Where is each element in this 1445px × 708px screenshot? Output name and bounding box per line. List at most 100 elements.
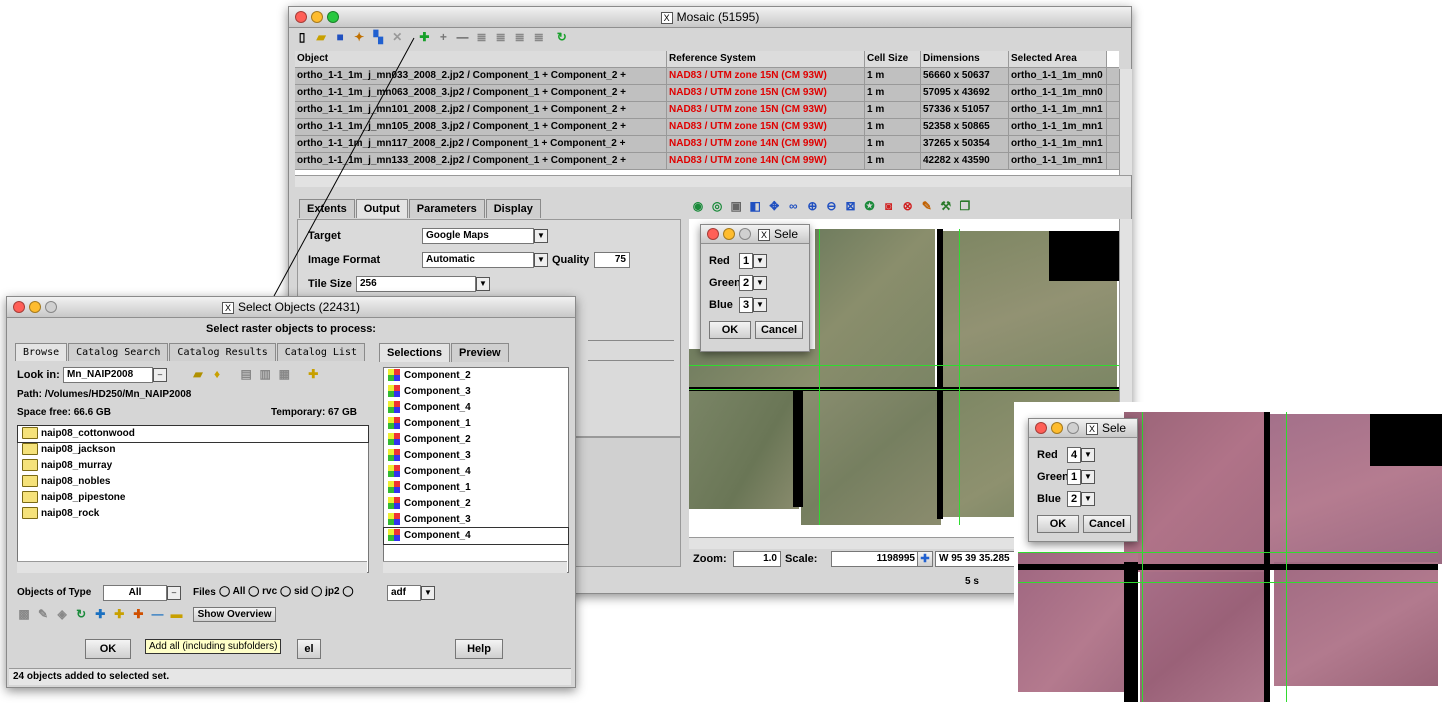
move-down-icon[interactable]: ≣	[494, 30, 508, 44]
green-band-select[interactable]: 1	[1067, 469, 1081, 485]
radio-sid[interactable]: ◯ sid	[280, 586, 308, 597]
view-icons-icon[interactable]: ▦	[277, 367, 291, 381]
layer-icon[interactable]: ◧	[748, 199, 762, 213]
new-file-icon[interactable]: ▯	[295, 30, 309, 44]
scale-lock-button[interactable]: ✚	[917, 551, 933, 567]
ok-button[interactable]: OK	[709, 321, 751, 339]
binoculars-icon[interactable]: ∞	[786, 199, 800, 213]
table-row[interactable]: ortho_1-1_1m_j_mn033_2008_2.jp2 / Compon…	[295, 68, 1119, 85]
table-row[interactable]: ortho_1-1_1m_j_mn101_2008_2.jp2 / Compon…	[295, 102, 1119, 119]
col-area[interactable]: Selected Area	[1009, 51, 1107, 67]
zoom-box-icon[interactable]: ⊠	[844, 199, 858, 213]
add-all-subfolders-icon[interactable]: ✚	[131, 607, 145, 621]
radio-other[interactable]: ◯	[342, 586, 353, 597]
favorite-icon[interactable]: ♦	[210, 367, 224, 381]
fit-icon[interactable]: ▣	[729, 199, 743, 213]
cancel-icon[interactable]: ⊗	[901, 199, 915, 213]
move-bottom-icon[interactable]: ≣	[532, 30, 546, 44]
help-button[interactable]: Help	[455, 639, 503, 659]
redraw-icon[interactable]: ◉	[691, 199, 705, 213]
close-window-button[interactable]	[1035, 422, 1047, 434]
tab-catalog-results[interactable]: Catalog Results	[169, 343, 276, 361]
cancel-button[interactable]: el	[297, 639, 321, 659]
close-window-button[interactable]	[295, 11, 307, 23]
remove-icon[interactable]: —	[456, 30, 470, 44]
list-item[interactable]: Component_3	[384, 512, 568, 528]
list-item[interactable]: Component_4	[384, 400, 568, 416]
tile-size-select[interactable]: 256 ▼	[356, 276, 490, 292]
compass-icon[interactable]: ✪	[863, 199, 877, 213]
tab-catalog-search[interactable]: Catalog Search	[68, 343, 169, 361]
layers-icon[interactable]: ❐	[958, 199, 972, 213]
add-all-icon[interactable]: ✚	[112, 607, 126, 621]
cancel-button[interactable]: Cancel	[1083, 515, 1131, 533]
radio-rvc[interactable]: ◯ rvc	[248, 586, 277, 597]
zoom-input[interactable]: 1.0	[733, 551, 781, 567]
col-reference[interactable]: Reference System	[667, 51, 865, 67]
tab-browse[interactable]: Browse	[15, 343, 68, 361]
list-item[interactable]: naip08_jackson	[18, 442, 368, 458]
close-window-button[interactable]	[13, 301, 25, 313]
zoom-window-button[interactable]	[45, 301, 57, 313]
image-format-select[interactable]: Automatic ▼	[422, 252, 548, 268]
list-item[interactable]: Component_4	[384, 464, 568, 480]
tag-icon[interactable]: ◈	[55, 607, 69, 621]
list-item[interactable]: Component_4	[383, 527, 569, 545]
cancel-button[interactable]: Cancel	[755, 321, 803, 339]
add-icon[interactable]: ✚	[417, 30, 431, 44]
table-row[interactable]: ortho_1-1_1m_j_mn133_2008_2.jp2 / Compon…	[295, 153, 1119, 170]
scale-input[interactable]: 1198995	[831, 551, 919, 567]
list-item[interactable]: Component_2	[384, 432, 568, 448]
red-band-select[interactable]: 4	[1067, 447, 1081, 463]
add-icon[interactable]: ✚	[93, 607, 107, 621]
stop-search-icon[interactable]: ◙	[882, 199, 896, 213]
zoom-window-button[interactable]	[1067, 422, 1079, 434]
zoom-out-icon[interactable]: ⊖	[824, 199, 838, 213]
list-item[interactable]: Component_2	[384, 496, 568, 512]
zoom-window-button[interactable]	[739, 228, 751, 240]
full-view-icon[interactable]: ◎	[710, 199, 724, 213]
table-hscroll[interactable]	[295, 175, 1131, 187]
brush-icon[interactable]: ✎	[920, 199, 934, 213]
zoom-in-icon[interactable]: ⊕	[805, 199, 819, 213]
folder-hscroll[interactable]	[17, 561, 367, 573]
wand-icon[interactable]: ✦	[352, 30, 366, 44]
tab-preview[interactable]: Preview	[451, 343, 509, 362]
red-band-select[interactable]: 1	[739, 253, 753, 269]
zoom-window-button[interactable]	[327, 11, 339, 23]
list-item[interactable]: naip08_nobles	[18, 474, 368, 490]
view-list-icon[interactable]: ▤	[239, 367, 253, 381]
move-up-icon[interactable]: ≣	[475, 30, 489, 44]
radio-all[interactable]: ◯ All	[219, 586, 245, 597]
green-band-select[interactable]: 2	[739, 275, 753, 291]
table-vscroll[interactable]	[1119, 69, 1132, 175]
table-row[interactable]: ortho_1-1_1m_j_mn063_2008_3.jp2 / Compon…	[295, 85, 1119, 102]
save-icon[interactable]: ■	[333, 30, 347, 44]
close-window-button[interactable]	[707, 228, 719, 240]
refresh-icon[interactable]: ↻	[555, 30, 569, 44]
refresh-icon[interactable]: ↻	[74, 607, 88, 621]
list-item[interactable]: Component_1	[384, 480, 568, 496]
remove-icon[interactable]: —	[150, 607, 164, 621]
selections-hscroll[interactable]	[383, 561, 567, 573]
pen-icon[interactable]: ✎	[36, 607, 50, 621]
radio-jp2[interactable]: ◯ jp2	[311, 586, 339, 597]
minimize-window-button[interactable]	[723, 228, 735, 240]
new-folder-icon[interactable]: ✚	[306, 367, 320, 381]
list-item[interactable]: Component_2	[384, 368, 568, 384]
minimize-window-button[interactable]	[311, 11, 323, 23]
adf-select[interactable]: adf ▼	[387, 585, 435, 601]
list-item[interactable]: naip08_rock	[18, 506, 368, 522]
pan-icon[interactable]: ✥	[767, 199, 781, 213]
minimize-window-button[interactable]	[1051, 422, 1063, 434]
delete-icon[interactable]: ✕	[390, 30, 404, 44]
col-object[interactable]: Object	[295, 51, 667, 67]
list-item[interactable]: naip08_murray	[18, 458, 368, 474]
list-item[interactable]: Component_3	[384, 384, 568, 400]
objects-type-select[interactable]: All –	[103, 585, 181, 601]
ok-button[interactable]: OK	[85, 639, 131, 659]
tab-output[interactable]: Output	[355, 199, 408, 218]
add-gray-icon[interactable]: +	[436, 30, 450, 44]
col-cellsize[interactable]: Cell Size	[865, 51, 921, 67]
quality-input[interactable]: 75	[594, 252, 630, 268]
